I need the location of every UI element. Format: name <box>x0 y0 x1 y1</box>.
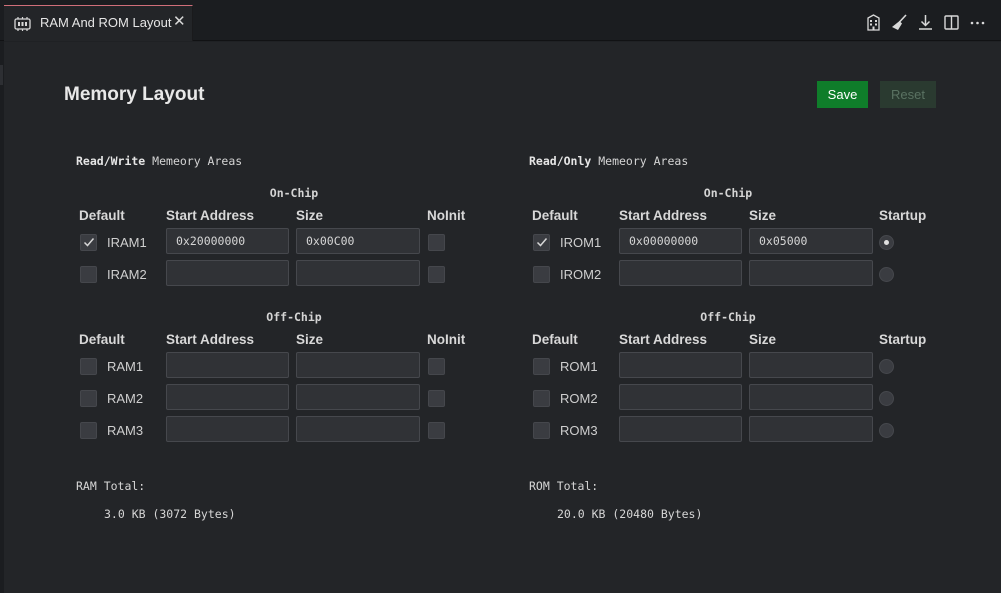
more-actions-icon[interactable] <box>969 14 987 32</box>
close-icon[interactable]: ✕ <box>173 12 186 30</box>
ram1-default-checkbox[interactable] <box>80 358 97 375</box>
page-title: Memory Layout <box>64 84 205 105</box>
rom1-label: ROM1 <box>560 359 598 374</box>
reset-button[interactable]: Reset <box>880 81 936 108</box>
tab-title: RAM And ROM Layout <box>40 15 172 30</box>
rom2-size-input[interactable] <box>749 384 873 410</box>
rom2-startup-radio[interactable] <box>879 391 894 406</box>
iram1-start-input[interactable] <box>166 228 289 254</box>
irom1-default-checkbox[interactable] <box>533 234 550 251</box>
rom-col-default: Default <box>532 208 578 223</box>
ram2-default-checkbox[interactable] <box>80 390 97 407</box>
irom1-start-input[interactable] <box>619 228 742 254</box>
rom-col-start: Start Address <box>619 208 708 223</box>
ram-col-default: Default <box>79 208 125 223</box>
ram-section-heading: Read/Write Memeory Areas <box>76 154 242 168</box>
ram3-default-checkbox[interactable] <box>80 422 97 439</box>
rom2-default-checkbox[interactable] <box>533 390 550 407</box>
rom-offchip-col-startup: Startup <box>879 332 927 347</box>
rom-col-startup: Startup <box>879 208 927 223</box>
iram2-noinit-checkbox[interactable] <box>428 266 445 283</box>
iram2-default-checkbox[interactable] <box>80 266 97 283</box>
ram2-size-input[interactable] <box>296 384 420 410</box>
rom-section-heading: Read/Only Memeory Areas <box>529 154 688 168</box>
ram-total-label: RAM Total: <box>76 479 146 493</box>
rom1-start-input[interactable] <box>619 352 742 378</box>
ram-onchip-heading: On-Chip <box>269 186 319 200</box>
ram-offchip-col-default: Default <box>79 332 125 347</box>
rom3-default-checkbox[interactable] <box>533 422 550 439</box>
rom-offchip-col-default: Default <box>532 332 578 347</box>
irom2-startup-radio[interactable] <box>879 267 894 282</box>
rom-offchip-col-start: Start Address <box>619 332 708 347</box>
irom1-label: IROM1 <box>560 235 602 250</box>
rom1-size-input[interactable] <box>749 352 873 378</box>
rom3-startup-radio[interactable] <box>879 423 894 438</box>
iram2-start-input[interactable] <box>166 260 289 286</box>
ram2-label: RAM2 <box>107 391 144 406</box>
ram3-label: RAM3 <box>107 423 144 438</box>
ram2-start-input[interactable] <box>166 384 289 410</box>
irom2-default-checkbox[interactable] <box>533 266 550 283</box>
rom-heading-rest: Memeory Areas <box>591 154 689 168</box>
irom2-label: IROM2 <box>560 267 602 282</box>
irom1-size-input[interactable] <box>749 228 873 254</box>
save-button[interactable]: Save <box>817 81 868 108</box>
rom-offchip-heading: Off-Chip <box>700 310 756 324</box>
radio-selected-dot <box>884 240 889 245</box>
ram-heading-rest: Memeory Areas <box>145 154 243 168</box>
broom-icon[interactable] <box>891 14 909 32</box>
ram1-label: RAM1 <box>107 359 144 374</box>
tab-ram-rom-layout[interactable]: RAM And ROM Layout ✕ <box>4 5 193 41</box>
ram3-start-input[interactable] <box>166 416 289 442</box>
memory-chip-icon <box>14 16 31 31</box>
rom2-start-input[interactable] <box>619 384 742 410</box>
rom2-label: ROM2 <box>560 391 598 406</box>
checkmark-icon <box>536 238 548 247</box>
iram1-noinit-checkbox[interactable] <box>428 234 445 251</box>
rom-total-value: 20.0 KB (20480 Bytes) <box>557 507 703 521</box>
ram1-noinit-checkbox[interactable] <box>428 358 445 375</box>
iram1-label: IRAM1 <box>107 235 147 250</box>
ram-offchip-col-size: Size <box>296 332 324 347</box>
rom3-start-input[interactable] <box>619 416 742 442</box>
rom-heading-bold: Read/Only <box>529 154 592 168</box>
irom2-start-input[interactable] <box>619 260 742 286</box>
ram-col-noinit: NoInit <box>427 208 466 223</box>
iram1-default-checkbox[interactable] <box>80 234 97 251</box>
ram-col-start: Start Address <box>166 208 255 223</box>
rom-col-size: Size <box>749 208 777 223</box>
split-editor-icon[interactable] <box>943 14 961 32</box>
ram1-start-input[interactable] <box>166 352 289 378</box>
rom1-default-checkbox[interactable] <box>533 358 550 375</box>
iram2-size-input[interactable] <box>296 260 420 286</box>
iram2-label: IRAM2 <box>107 267 147 282</box>
rom3-size-input[interactable] <box>749 416 873 442</box>
iram1-size-input[interactable] <box>296 228 420 254</box>
irom2-size-input[interactable] <box>749 260 873 286</box>
rom1-startup-radio[interactable] <box>879 359 894 374</box>
ram-offchip-heading: Off-Chip <box>266 310 322 324</box>
ram-offchip-col-noinit: NoInit <box>427 332 466 347</box>
download-icon[interactable] <box>917 14 935 32</box>
editor-tab-bar: RAM And ROM Layout ✕ <box>0 0 1001 41</box>
ram3-size-input[interactable] <box>296 416 420 442</box>
rom-total-label: ROM Total: <box>529 479 599 493</box>
checkmark-icon <box>83 238 95 247</box>
building-icon[interactable] <box>865 14 883 32</box>
rom-onchip-heading: On-Chip <box>703 186 753 200</box>
ram2-noinit-checkbox[interactable] <box>428 390 445 407</box>
ram-total-value: 3.0 KB (3072 Bytes) <box>104 507 236 521</box>
rom-offchip-col-size: Size <box>749 332 777 347</box>
ram-col-size: Size <box>296 208 324 223</box>
ram1-size-input[interactable] <box>296 352 420 378</box>
ram-heading-bold: Read/Write <box>76 154 146 168</box>
rom3-label: ROM3 <box>560 423 598 438</box>
ram3-noinit-checkbox[interactable] <box>428 422 445 439</box>
irom1-startup-radio[interactable] <box>879 235 894 250</box>
ram-offchip-col-start: Start Address <box>166 332 255 347</box>
